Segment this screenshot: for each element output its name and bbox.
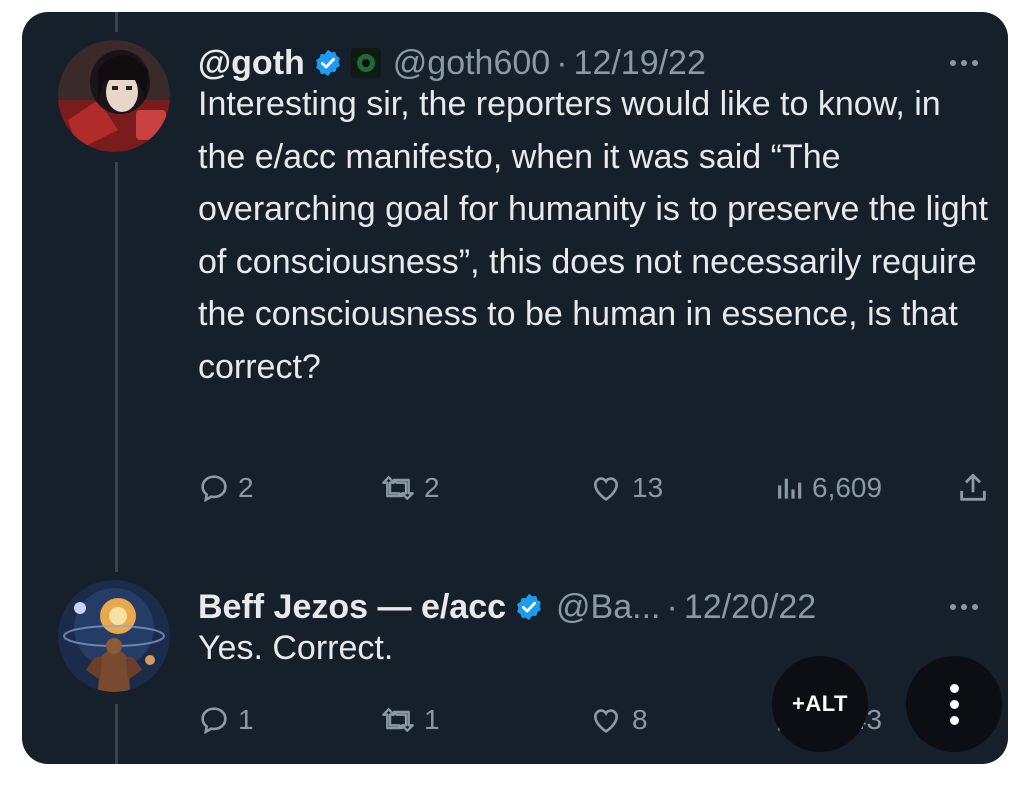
retweet-button[interactable]: 1 [380, 698, 440, 742]
retweet-count: 2 [424, 472, 440, 503]
retweet-count: 1 [424, 704, 440, 735]
tweet-text: Yes. Correct. [198, 629, 394, 667]
verified-icon [313, 48, 343, 78]
reply-icon [201, 707, 227, 735]
verified-icon [514, 592, 544, 622]
like-button[interactable]: 13 [588, 466, 663, 510]
tweet-date[interactable]: 12/20/22 [684, 588, 816, 627]
thread-line-middle [115, 162, 118, 572]
reply-icon [201, 475, 227, 503]
user-handle[interactable]: @goth600 [393, 44, 550, 83]
view-count: 6,609 [812, 472, 883, 503]
alt-label: +ALT [792, 691, 848, 716]
more-icon[interactable] [942, 48, 986, 78]
tweet-actions: 2 2 13 6,609 [198, 466, 986, 510]
reply-count: 2 [238, 472, 254, 503]
avatar-goth[interactable] [58, 40, 170, 152]
retweet-button[interactable]: 2 [380, 466, 440, 510]
thread-line-bottom [115, 704, 118, 764]
like-count: 13 [632, 472, 664, 503]
like-icon [593, 477, 619, 501]
retweet-icon [382, 708, 414, 732]
tweet-thread-card: @goth @goth600 · 12/19/22 Interesting si… [22, 12, 1008, 764]
share-icon [960, 473, 986, 501]
tweet-date[interactable]: 12/19/22 [574, 44, 706, 83]
views-icon [778, 478, 802, 499]
thread-line-top [115, 12, 118, 32]
like-icon [593, 709, 619, 733]
separator-dot: · [666, 587, 678, 626]
avatar-beff-jezos[interactable] [58, 580, 170, 692]
like-button[interactable]: 8 [588, 698, 648, 742]
reply-count: 1 [238, 704, 254, 735]
reply-button[interactable]: 2 [198, 466, 254, 510]
tweet-text: Interesting sir, the reporters would lik… [198, 85, 988, 386]
vertical-more-icon [949, 683, 959, 725]
display-name[interactable]: Beff Jezos — e/acc [198, 588, 506, 627]
views-button[interactable]: 6,609 [774, 466, 882, 510]
separator-dot: · [556, 43, 568, 82]
more-icon[interactable] [942, 592, 986, 622]
user-handle[interactable]: @Ba... [556, 588, 660, 627]
retweet-icon [382, 476, 414, 500]
display-name[interactable]: @goth [198, 44, 305, 83]
alt-text-button[interactable]: +ALT [772, 656, 868, 752]
share-button[interactable] [956, 466, 998, 510]
reply-button[interactable]: 1 [198, 698, 254, 742]
more-options-button[interactable] [906, 656, 1002, 752]
like-count: 8 [632, 704, 648, 735]
affiliate-badge-icon [350, 48, 381, 78]
